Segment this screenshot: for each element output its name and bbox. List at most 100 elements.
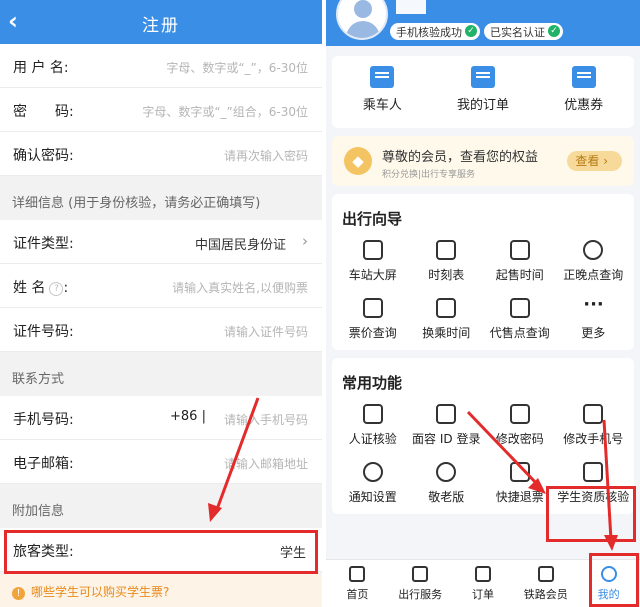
help-icon[interactable]: ? (49, 282, 64, 296)
calendar-icon (436, 240, 457, 260)
email-input[interactable]: 请输入邮箱地址 (224, 455, 308, 472)
page-title: 注册 (142, 16, 180, 36)
realname-verified-badge: 已实名认证 ✓ (484, 23, 563, 40)
order-list-icon (474, 566, 491, 582)
id-type-label: 证件类型: (13, 236, 74, 252)
id-number-input[interactable]: 请输入证件号码 (224, 323, 308, 340)
member-title: 尊敬的会员，查看您的权益 (382, 150, 539, 165)
change-password-item[interactable]: 修改密码 (483, 398, 557, 456)
name-input[interactable]: 请输入真实姓名,以便购票 (172, 279, 308, 296)
name-label: 姓 名?: (13, 280, 69, 296)
confirm-password-field[interactable]: 确认密码: 请再次输入密码 (0, 132, 322, 176)
phone-input[interactable]: 请输入手机号码 (224, 411, 308, 428)
station-screen-item[interactable]: 车站大屏 (336, 234, 410, 292)
highlight-box-mine-tab (589, 553, 639, 607)
home-icon (349, 566, 366, 582)
username-masked (396, 0, 426, 14)
name-field[interactable]: 姓 名?: 请输入真实姓名,以便购票 (0, 264, 322, 308)
change-phone-item[interactable]: 修改手机号 (557, 398, 631, 456)
register-screen: ‹ 注册 用 户 名: 字母、数字或“_”，6-30位 密 码: 字母、数字或“… (0, 0, 322, 607)
view-benefits-button[interactable]: 查看 › (567, 151, 622, 171)
lock-icon (509, 404, 530, 424)
coupon-icon (571, 66, 596, 88)
face-id-icon (436, 404, 457, 424)
id-type-value: 中国居民身份证 (194, 238, 286, 253)
id-verify-item[interactable]: 人证核验 (336, 398, 410, 456)
more-dots-icon: ··· (583, 294, 604, 315)
warning-icon: ! (12, 587, 25, 600)
password-label: 密 码: (13, 104, 74, 120)
extra-section-header: 附加信息 (12, 504, 65, 519)
password-input[interactable]: 字母、数字或“_”组合，6-30位 (142, 103, 308, 120)
chevron-right-icon: › (302, 232, 308, 250)
phone-prefix[interactable]: +86 | (170, 409, 206, 424)
clock-icon (583, 240, 604, 260)
id-number-label: 证件号码: (13, 324, 74, 340)
fare-query-item[interactable]: 票价查询 (336, 292, 410, 350)
confirm-password-label: 确认密码: (13, 148, 74, 164)
delay-query-item[interactable]: 正晚点查询 (557, 234, 631, 292)
tab-travel-services[interactable]: 出行服务 (389, 560, 452, 607)
student-ticket-tip[interactable]: ! 哪些学生可以购买学生票? (0, 574, 322, 607)
luggage-icon (412, 566, 429, 582)
my-account-screen: 手机核验成功 ✓ 已实名认证 ✓ 乘车人 我的订单 优惠券 ◆ 尊敬的会员，查看您的… (326, 0, 640, 607)
id-number-field[interactable]: 证件号码: 请输入证件号码 (0, 308, 322, 352)
passengers-link[interactable]: 乘车人 (332, 56, 433, 128)
phone-field[interactable]: 手机号码: +86 | 请输入手机号码 (0, 396, 322, 440)
member-banner[interactable]: ◆ 尊敬的会员，查看您的权益 积分兑换|出行专享服务 查看 › (332, 136, 634, 186)
avatar[interactable] (336, 0, 388, 40)
highlight-box-passenger-type (4, 530, 318, 574)
refund-ticket-icon (509, 462, 530, 482)
ticket-clock-icon (509, 240, 530, 260)
check-icon: ✓ (465, 25, 477, 37)
phone-label: 手机号码: (13, 412, 74, 428)
phone-icon (583, 404, 604, 424)
id-photo-icon (362, 404, 383, 424)
highlight-box-student-verify (546, 486, 636, 542)
register-header: ‹ 注册 (0, 0, 322, 44)
price-search-icon (362, 298, 383, 318)
bell-icon (362, 462, 383, 482)
quick-links: 乘车人 我的订单 优惠券 (332, 56, 634, 128)
monitor-icon (362, 240, 383, 260)
password-field[interactable]: 密 码: 字母、数字或“_”组合，6-30位 (0, 88, 322, 132)
phone-verified-badge: 手机核验成功 ✓ (390, 23, 480, 40)
id-type-field[interactable]: 证件类型: 中国居民身份证 › (0, 220, 322, 264)
email-label: 电子邮箱: (13, 456, 74, 472)
confirm-password-input[interactable]: 请再次输入密码 (224, 147, 308, 164)
email-field[interactable]: 电子邮箱: 请输入邮箱地址 (0, 440, 322, 484)
sale-time-item[interactable]: 起售时间 (483, 234, 557, 292)
tab-railway-member[interactable]: 铁路会员 (514, 560, 577, 607)
detail-section-header: 详细信息 (用于身份核验，请务必正确填写) (12, 196, 261, 211)
diamond-outline-icon (537, 566, 554, 582)
order-icon (471, 66, 495, 88)
common-functions-title: 常用功能 (342, 374, 403, 392)
username-field[interactable]: 用 户 名: 字母、数字或“_”，6-30位 (0, 44, 322, 88)
tip-text: 哪些学生可以购买学生票? (31, 585, 170, 599)
graduation-cap-icon (583, 462, 604, 482)
contact-section-header: 联系方式 (12, 372, 65, 387)
heart-icon (436, 462, 457, 482)
elderly-mode-item[interactable]: 敬老版 (410, 456, 484, 514)
timetable-item[interactable]: 时刻表 (410, 234, 484, 292)
house-search-icon (509, 298, 530, 318)
train-clock-icon (436, 298, 457, 318)
tab-orders[interactable]: 订单 (452, 560, 515, 607)
diamond-icon: ◆ (344, 147, 372, 175)
transfer-time-item[interactable]: 换乘时间 (410, 292, 484, 350)
travel-guide-card: 出行向导 车站大屏 时刻表 起售时间 正晚点查询 票价查询 换乘时间 代售点查询… (332, 194, 634, 350)
face-id-login-item[interactable]: 面容 ID 登录 (410, 398, 484, 456)
my-orders-link[interactable]: 我的订单 (433, 56, 534, 128)
username-label: 用 户 名: (13, 60, 69, 76)
id-card-icon (370, 66, 395, 88)
member-subtitle: 积分兑换|出行专享服务 (382, 170, 476, 180)
tab-home[interactable]: 首页 (326, 560, 389, 607)
check-icon: ✓ (548, 25, 560, 37)
username-input[interactable]: 字母、数字或“_”，6-30位 (166, 59, 308, 76)
notification-settings-item[interactable]: 通知设置 (336, 456, 410, 514)
travel-guide-title: 出行向导 (342, 210, 403, 228)
agency-query-item[interactable]: 代售点查询 (483, 292, 557, 350)
coupons-link[interactable]: 优惠券 (533, 56, 634, 128)
more-item[interactable]: ··· 更多 (557, 292, 631, 350)
profile-header: 手机核验成功 ✓ 已实名认证 ✓ (326, 0, 640, 46)
